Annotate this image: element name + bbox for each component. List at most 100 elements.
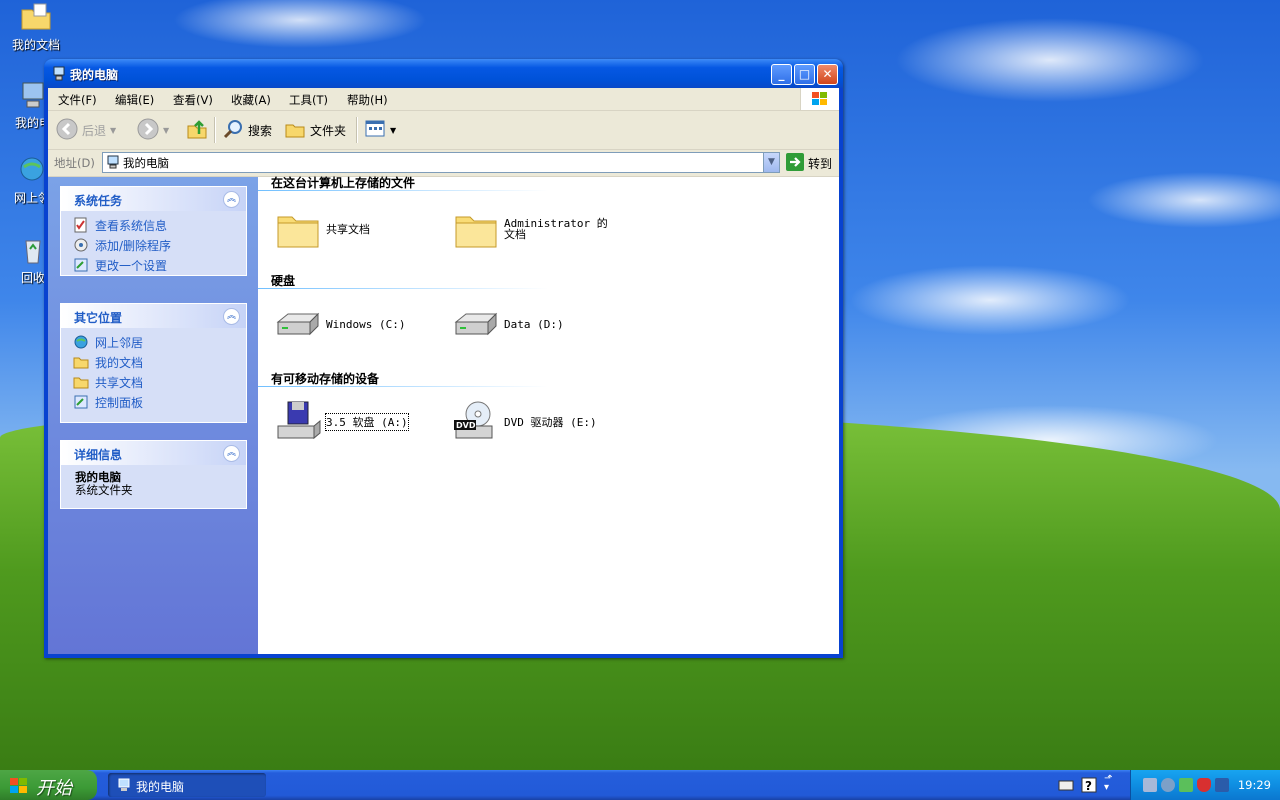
- window-titlebar[interactable]: 我的电脑 _ □ ✕: [44, 59, 843, 88]
- forward-dropdown-icon[interactable]: ▼: [163, 126, 169, 135]
- menu-favorites[interactable]: 收藏(A): [231, 92, 271, 108]
- item-label: Data (D:): [504, 317, 564, 331]
- file-list-pane: 在这台计算机上存储的文件 共享文档 Administrator 的文档 硬盘 W…: [258, 176, 839, 654]
- menu-file[interactable]: 文件(F): [58, 92, 97, 108]
- up-folder-button[interactable]: [186, 119, 208, 141]
- search-label: 搜索: [248, 123, 273, 138]
- maximize-button[interactable]: □: [794, 64, 815, 85]
- system-tasks-header[interactable]: 系统任务 ︽: [61, 187, 246, 211]
- search-button[interactable]: 搜索: [222, 119, 272, 141]
- keyboard-icon[interactable]: [1058, 778, 1074, 795]
- place-control-panel[interactable]: 控制面板: [61, 392, 246, 412]
- speaker-icon[interactable]: [1161, 778, 1175, 792]
- place-label: 共享文档: [95, 375, 144, 390]
- address-label: 地址(D): [54, 156, 95, 170]
- collapse-chevron-icon[interactable]: ︽: [223, 308, 240, 325]
- address-bar: 地址(D) 我的电脑 ▼ 转到: [48, 150, 839, 177]
- item-label: 共享文档: [326, 223, 370, 236]
- menu-help[interactable]: 帮助(H): [347, 92, 388, 108]
- minimize-icon: _: [778, 67, 785, 81]
- address-dropdown-icon[interactable]: ▼: [763, 153, 779, 172]
- window-title: 我的电脑: [70, 68, 119, 82]
- search-icon: [222, 118, 244, 143]
- system-tasks-panel: 系统任务 ︽ 查看系统信息 添加/删除程序 更改一个设置: [60, 186, 247, 276]
- desktop-icon-my-documents[interactable]: 我的文档: [1, 2, 71, 53]
- details-header[interactable]: 详细信息 ︽: [61, 441, 246, 465]
- item-label: Windows (C:): [326, 317, 406, 331]
- back-dropdown-icon[interactable]: ▼: [110, 126, 116, 135]
- task-label: 查看系统信息: [95, 218, 168, 233]
- task-change-setting[interactable]: 更改一个设置: [61, 255, 246, 275]
- language-bar-arrows-icon[interactable]: ⬏ ▾: [1104, 774, 1112, 793]
- close-button[interactable]: ✕: [817, 64, 838, 85]
- minimize-button[interactable]: _: [771, 64, 792, 85]
- item-floppy-a[interactable]: 3.5 软盘 (A:): [274, 400, 409, 444]
- place-my-documents[interactable]: 我的文档: [61, 352, 246, 372]
- window-body: 文件(F) 编辑(E) 查看(V) 收藏(A) 工具(T) 帮助(H) 后退 ▼: [48, 88, 839, 654]
- item-drive-c[interactable]: Windows (C:): [274, 302, 405, 346]
- item-dvd-e[interactable]: DVD DVD 驱动器 (E:): [452, 400, 597, 444]
- floppy-drive-icon: [274, 400, 322, 444]
- taskbar-button-my-computer[interactable]: 我的电脑: [108, 773, 266, 797]
- menu-tools[interactable]: 工具(T): [289, 92, 328, 108]
- start-label: 开始: [36, 778, 72, 799]
- go-button[interactable]: 转到: [786, 153, 832, 174]
- hard-drive-icon: [274, 302, 322, 346]
- group-divider: [258, 386, 548, 387]
- svg-text:DVD: DVD: [456, 421, 476, 430]
- folders-button[interactable]: 文件夹: [284, 119, 346, 141]
- folder-icon: [20, 2, 52, 32]
- collapse-chevron-icon[interactable]: ︽: [223, 191, 240, 208]
- toolbar-separator: [214, 117, 216, 143]
- group-title-hard-disks: 硬盘: [271, 274, 296, 288]
- item-shared-documents[interactable]: 共享文档: [274, 207, 370, 251]
- group-title-removable: 有可移动存储的设备: [271, 372, 380, 386]
- address-input[interactable]: 我的电脑 ▼: [102, 152, 780, 173]
- other-places-title: 其它位置: [74, 311, 123, 325]
- system-tray: 19:29: [1130, 770, 1280, 800]
- folder-icon: [274, 207, 322, 251]
- task-label: 添加/删除程序: [95, 238, 172, 253]
- views-button[interactable]: ▼: [364, 119, 396, 141]
- windows-logo-icon: [9, 777, 29, 800]
- details-type: 系统文件夹: [75, 483, 133, 497]
- network-connection-icon[interactable]: [1143, 778, 1157, 792]
- group-divider: [258, 288, 548, 289]
- collapse-chevron-icon[interactable]: ︽: [223, 445, 240, 462]
- details-panel: 详细信息 ︽ 我的电脑 系统文件夹: [60, 440, 247, 509]
- security-shield-icon[interactable]: [1197, 778, 1211, 792]
- menu-view[interactable]: 查看(V): [173, 92, 213, 108]
- svg-text:?: ?: [1085, 779, 1092, 793]
- group-divider: [258, 190, 548, 191]
- add-remove-icon: [73, 237, 89, 253]
- task-pane: 系统任务 ︽ 查看系统信息 添加/删除程序 更改一个设置 其它位置 ︽ 网上邻居…: [48, 177, 258, 654]
- group-title-stored-files: 在这台计算机上存储的文件: [271, 176, 416, 190]
- place-label: 网上邻居: [95, 335, 144, 350]
- menu-edit[interactable]: 编辑(E): [115, 92, 154, 108]
- safely-remove-icon[interactable]: [1179, 778, 1193, 792]
- task-add-remove-programs[interactable]: 添加/删除程序: [61, 235, 246, 255]
- desktop-icon-label: 我的文档: [11, 38, 60, 52]
- place-shared-documents[interactable]: 共享文档: [61, 372, 246, 392]
- back-arrow-icon: [56, 118, 78, 143]
- task-view-system-info[interactable]: 查看系统信息: [61, 215, 246, 235]
- back-button[interactable]: 后退 ▼: [56, 118, 116, 143]
- folders-label: 文件夹: [310, 123, 347, 138]
- start-button[interactable]: 开始: [0, 770, 97, 800]
- windows-logo-icon: [800, 88, 839, 110]
- taskbar: 开始 我的电脑 ? ⬏ ▾ 19:29: [0, 770, 1280, 800]
- help-icon[interactable]: ?: [1081, 777, 1097, 796]
- item-drive-d[interactable]: Data (D:): [452, 302, 564, 346]
- place-label: 我的文档: [95, 355, 144, 370]
- up-folder-icon: [186, 118, 208, 143]
- go-arrow-icon: [786, 153, 804, 174]
- place-network[interactable]: 网上邻居: [61, 332, 246, 352]
- display-icon[interactable]: [1215, 778, 1229, 792]
- forward-button[interactable]: ▼: [137, 118, 169, 141]
- item-label: DVD 驱动器 (E:): [504, 416, 597, 429]
- other-places-header[interactable]: 其它位置 ︽: [61, 304, 246, 328]
- views-dropdown-icon: ▼: [390, 125, 397, 135]
- control-panel-icon: [73, 394, 89, 410]
- item-admin-documents[interactable]: Administrator 的文档: [452, 207, 612, 251]
- dvd-drive-icon: DVD: [452, 400, 500, 444]
